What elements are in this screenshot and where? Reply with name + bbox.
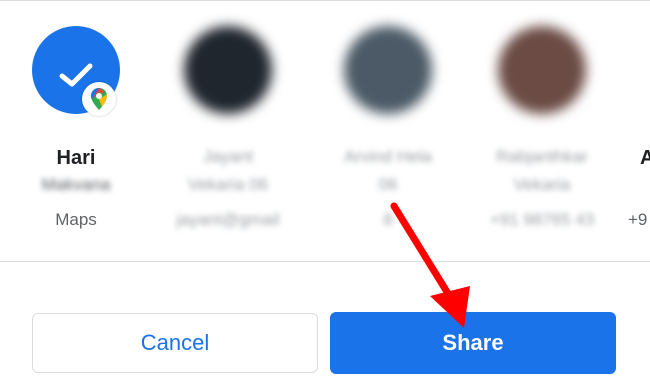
contact-subtext: +9 bbox=[628, 210, 648, 229]
contact-subtext: Makvana bbox=[41, 175, 111, 194]
contact-avatar[interactable] bbox=[498, 26, 586, 114]
contact-name-line2: Vekaria bbox=[513, 175, 571, 194]
cancel-button[interactable]: Cancel bbox=[32, 313, 318, 373]
contact-app-label: Maps bbox=[55, 210, 97, 229]
contact-name-line2: Vekaria 06 bbox=[187, 175, 269, 194]
contact-subtext: jayant@gmail bbox=[176, 210, 280, 229]
contact-name: Jayant bbox=[202, 147, 254, 166]
section-divider bbox=[0, 261, 650, 262]
top-divider bbox=[0, 0, 650, 1]
contact-subtext: +91 98765 43 bbox=[489, 210, 595, 229]
annotation-arrow-icon bbox=[390, 202, 470, 328]
google-maps-icon bbox=[82, 82, 116, 116]
contact-avatar[interactable] bbox=[344, 26, 432, 114]
contact-name: A bbox=[640, 147, 650, 169]
contact-name-line2: 06 bbox=[378, 175, 398, 194]
contact-avatar[interactable] bbox=[184, 26, 272, 114]
contact-name: Arvind Hela bbox=[344, 147, 432, 166]
contact-name: Rabjanthkar bbox=[496, 147, 588, 166]
contact-name: Hari bbox=[56, 147, 96, 169]
